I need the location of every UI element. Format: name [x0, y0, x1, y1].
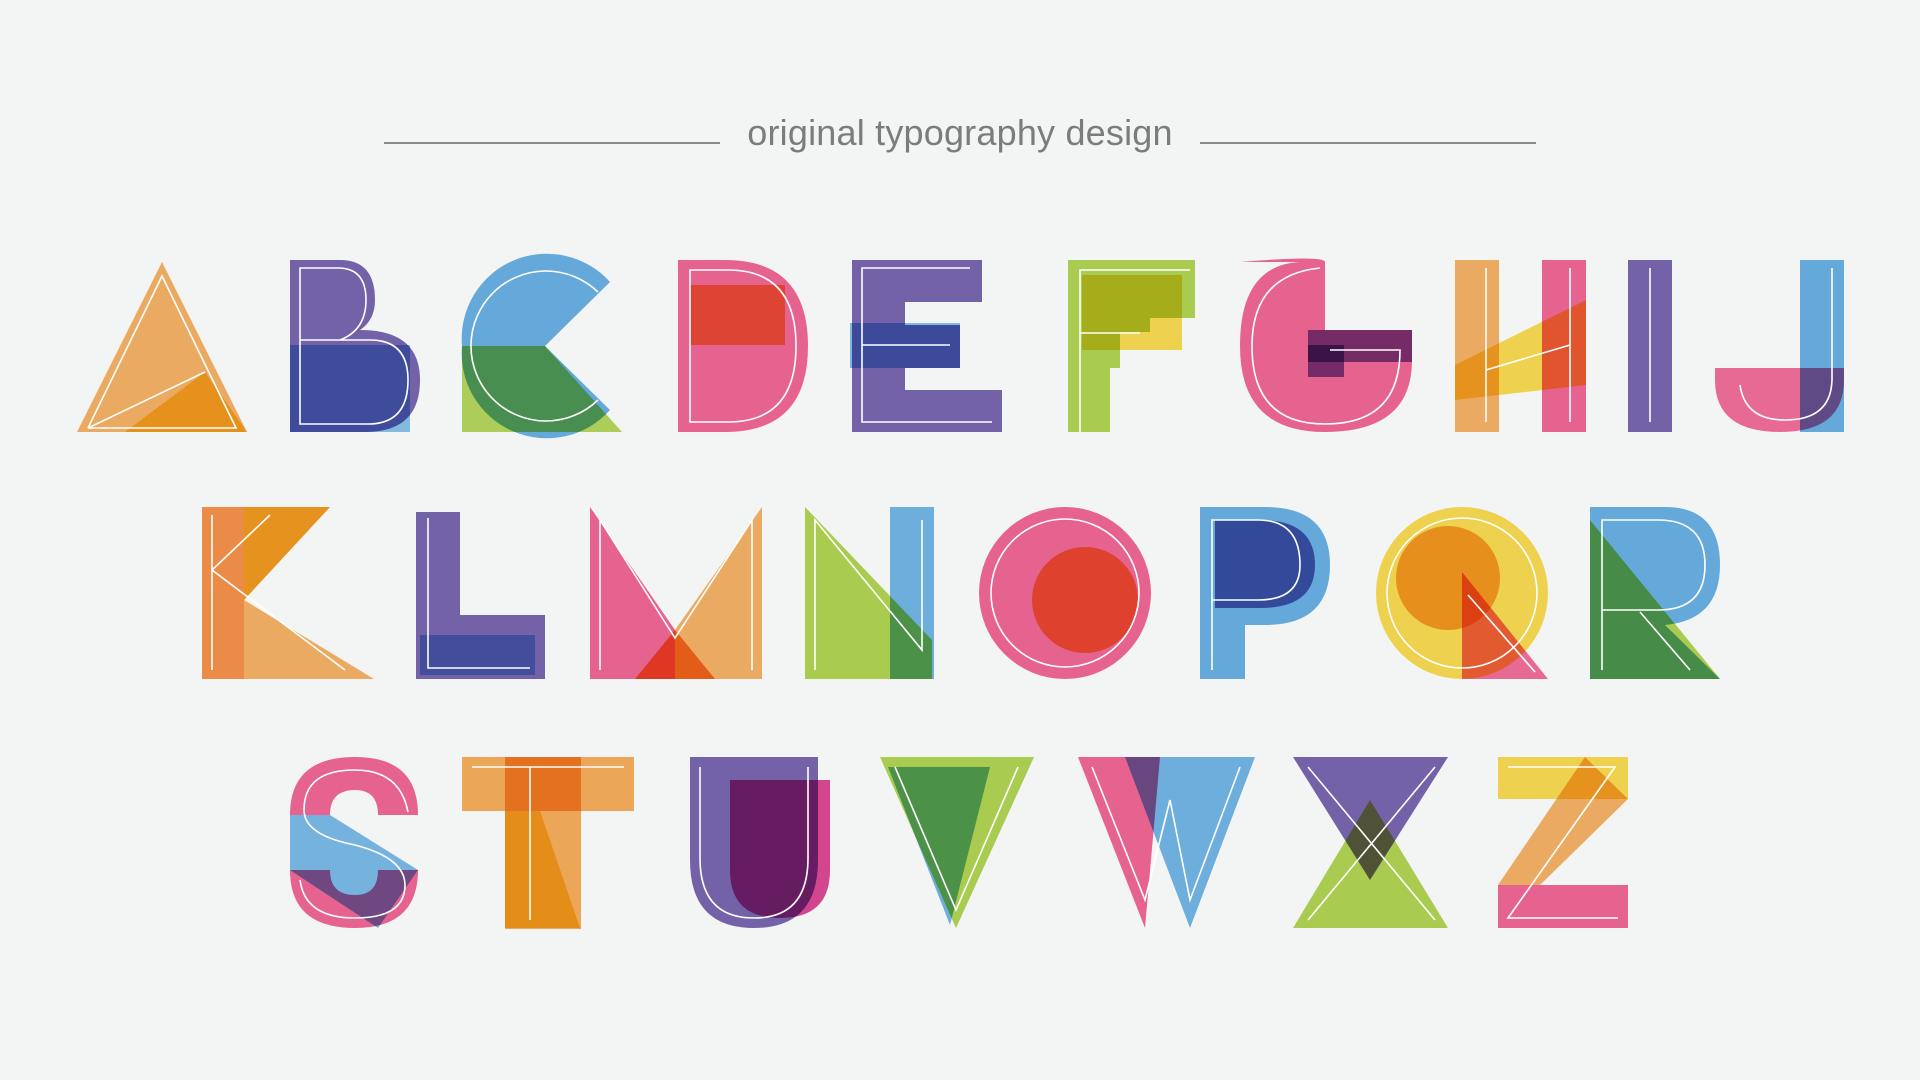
letter-f	[1068, 260, 1195, 432]
letter-z	[1498, 757, 1628, 928]
letter-i	[1628, 260, 1672, 432]
letter-d	[678, 260, 808, 432]
letter-e	[850, 260, 1002, 432]
letter-g	[1240, 258, 1412, 432]
letter-p	[1200, 507, 1330, 679]
letter-a	[77, 262, 247, 432]
letter-c	[461, 253, 622, 439]
letter-k	[202, 507, 374, 679]
letter-n	[805, 507, 934, 679]
letter-w	[1078, 757, 1255, 928]
letter-l	[416, 512, 545, 679]
letter-m	[590, 507, 762, 679]
letter-t	[462, 757, 634, 929]
letter-o	[979, 507, 1151, 679]
letter-h	[1455, 260, 1586, 432]
letter-q	[1376, 507, 1548, 679]
typography-poster: original typography design	[0, 0, 1920, 1080]
letter-x	[1293, 757, 1448, 928]
letter-u	[690, 757, 830, 928]
letter-v	[880, 757, 1034, 928]
letter-r	[1590, 507, 1720, 679]
alphabet-artwork	[77, 253, 1844, 929]
letter-j	[1715, 260, 1844, 432]
letter-b	[290, 260, 420, 432]
letter-s	[290, 757, 418, 928]
